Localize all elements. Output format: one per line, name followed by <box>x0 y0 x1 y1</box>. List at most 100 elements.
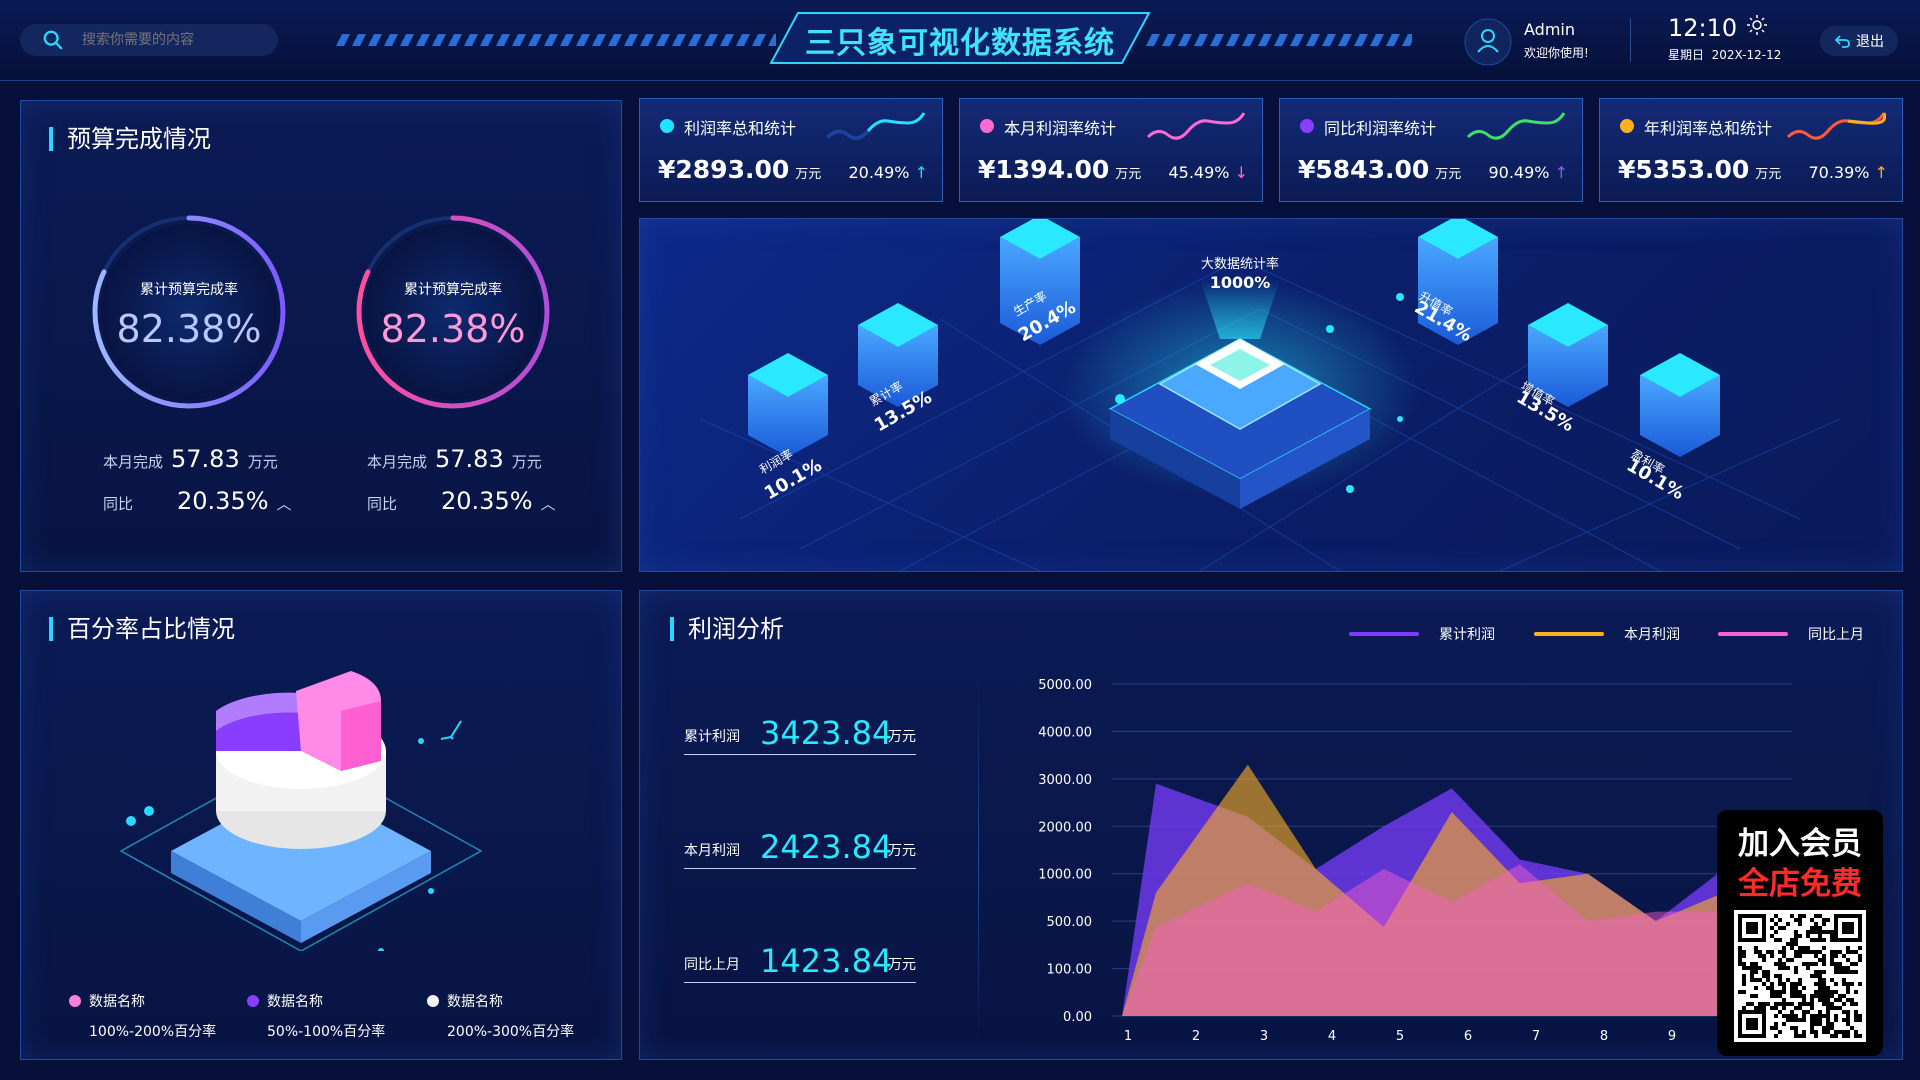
chart-legend-series-2[interactable]: 本月利润 <box>1534 624 1680 644</box>
percent-panel: 百分率占比情况 数据名称 100%-200%百分率 数据名称 50%-100%百分率… <box>20 590 622 1060</box>
month-unit: 万元 <box>247 453 278 471</box>
gauge-label-2: 累计预算完成率 <box>404 282 502 298</box>
x-tick-label: 5 <box>1396 1029 1404 1044</box>
search-box[interactable] <box>20 24 278 56</box>
yoy-value: 20.35% <box>441 487 533 515</box>
chevron-up-icon: ︿ <box>540 495 556 513</box>
legend-dot <box>69 995 81 1007</box>
y-tick-label: 3000.00 <box>1038 773 1092 788</box>
kpi-pct: 45.49% ↓ <box>1168 163 1248 182</box>
profit-unit: 万元 <box>888 843 916 859</box>
title-frame: 三只象可视化数据系统 <box>770 12 1150 64</box>
month-value: 57.83 <box>171 445 240 473</box>
kpi-pct: 20.49% ↑ <box>848 163 928 182</box>
month-stat-2: 本月完成 57.83 万元 <box>367 445 542 473</box>
iso-scene-panel: 大数据统计率 1000% 利润率 10.1% 累计率 13.5% 生产率 20.… <box>639 218 1903 572</box>
kpi-value-number: ¥5843.00 <box>1298 155 1430 184</box>
kpi-name: 利润率总和统计 <box>684 119 797 138</box>
kpi-pct-value: 90.49% <box>1488 163 1550 182</box>
legend-label: 累计利润 <box>1439 627 1495 643</box>
search-icon <box>43 30 63 50</box>
sun-icon <box>1747 15 1767 35</box>
yoy-stat-1: 同比 20.35% ︿ <box>103 487 292 515</box>
kpi-pct-value: 45.49% <box>1168 163 1230 182</box>
x-tick-label: 9 <box>1668 1029 1676 1044</box>
clock-date: 星期日 202X-12-12 <box>1668 46 1781 63</box>
month-label: 本月完成 <box>367 453 428 471</box>
y-tick-label: 4000.00 <box>1038 725 1092 740</box>
legend-range: 200%-300%百分率 <box>447 1024 575 1040</box>
x-tick-label: 8 <box>1600 1029 1608 1044</box>
search-input[interactable] <box>80 31 264 49</box>
y-tick-label: 500.00 <box>1047 915 1093 930</box>
profit-label: 本月利润 <box>684 843 740 859</box>
pie-3d-graphic <box>119 671 483 951</box>
arrow-down-icon: ↓ <box>1234 163 1248 182</box>
y-tick-label: 0.00 <box>1063 1010 1092 1025</box>
profit-label: 累计利润 <box>684 729 740 745</box>
chevron-up-icon: ︿ <box>276 495 292 513</box>
kpi-card-profit-total[interactable]: 利润率总和统计 ¥2893.00 万元 20.49% ↑ <box>639 98 943 202</box>
legend-label: 本月利润 <box>1624 627 1680 643</box>
yoy-label: 同比 <box>367 495 398 513</box>
kpi-dot <box>660 119 674 133</box>
legend-range: 100%-200%百分率 <box>89 1024 217 1040</box>
kpi-dot <box>1300 119 1314 133</box>
chart-legend-series-1[interactable]: 累计利润 <box>1349 624 1495 644</box>
profit-area-chart: 5000.00 4000.00 3000.00 2000.00 1000.00 500.0… <box>1038 678 1792 1044</box>
pie-legend-1: 数据名称 100%-200%百分率 <box>69 991 216 1041</box>
promo-badge[interactable]: 加入会员 全店免费 <box>1717 810 1883 1056</box>
kpi-dot <box>980 119 994 133</box>
x-tick-label: 4 <box>1328 1029 1336 1044</box>
sparkline-icon <box>1146 112 1246 140</box>
page-title: 三只象可视化数据系统 <box>805 26 1115 61</box>
kpi-card-month-profit[interactable]: 本月利润率统计 ¥1394.00 万元 45.49% ↓ <box>959 98 1263 202</box>
promo-line-2: 全店免费 <box>1738 866 1862 902</box>
x-tick-label: 3 <box>1260 1029 1268 1044</box>
kpi-pct: 70.39% ↑ <box>1808 163 1888 182</box>
user-greeting: 欢迎你使用! <box>1524 46 1589 60</box>
kpi-card-year-profit[interactable]: 年利润率总和统计 ¥5353.00 万元 70.39% ↑ <box>1599 98 1903 202</box>
kpi-name: 本月利润率统计 <box>1004 119 1117 138</box>
legend-name: 数据名称 <box>89 994 145 1010</box>
profit-unit: 万元 <box>888 729 916 745</box>
arrow-up-icon: ↑ <box>1874 163 1888 182</box>
profit-item-total: 累计利润 3423.84 万元 <box>684 712 916 755</box>
header-divider <box>1630 18 1631 62</box>
legend-name: 数据名称 <box>447 994 503 1010</box>
logout-label: 退出 <box>1856 34 1884 50</box>
legend-line <box>1718 632 1788 636</box>
y-tick-label: 5000.00 <box>1038 678 1092 693</box>
kpi-unit: 万元 <box>1435 167 1462 182</box>
sparkline-icon <box>1786 112 1886 140</box>
yoy-label: 同比 <box>103 495 134 513</box>
arrow-up-icon: ↑ <box>914 163 928 182</box>
x-tick-label: 6 <box>1464 1029 1472 1044</box>
header-stripes-right <box>1146 34 1412 46</box>
y-tick-label: 100.00 <box>1047 963 1093 978</box>
kpi-value: ¥5843.00 万元 <box>1298 155 1461 184</box>
kpi-dot <box>1620 119 1634 133</box>
center-value: 1000% <box>1209 273 1271 292</box>
center-label: 大数据统计率 <box>1200 257 1279 272</box>
kpi-unit: 万元 <box>795 167 822 182</box>
kpi-pct-value: 20.49% <box>848 163 910 182</box>
chart-legend-series-3[interactable]: 同比上月 <box>1718 624 1864 644</box>
yoy-stat-2: 同比 20.35% ︿ <box>367 487 556 515</box>
profit-item-month: 本月利润 2423.84 万元 <box>684 826 916 869</box>
weekday: 星期日 <box>1668 48 1705 62</box>
promo-line-1: 加入会员 <box>1738 826 1862 862</box>
kpi-value-number: ¥5353.00 <box>1618 155 1750 184</box>
percent-panel-title: 百分率占比情况 <box>49 617 235 641</box>
budget-panel: 预算完成情况 累计预算完成率 82.38% 累计预算完成率 82.38% 本月完… <box>20 100 622 572</box>
kpi-value-number: ¥1394.00 <box>978 155 1110 184</box>
clock: 12:10 星期日 202X-12-12 <box>1668 14 1781 62</box>
y-tick-label: 2000.00 <box>1038 820 1092 835</box>
date: 202X-12-12 <box>1711 48 1782 62</box>
legend-dot <box>247 995 259 1007</box>
kpi-card-yoy-profit[interactable]: 同比利润率统计 ¥5843.00 万元 90.49% ↑ <box>1279 98 1583 202</box>
kpi-name: 年利润率总和统计 <box>1644 119 1773 138</box>
legend-line <box>1349 632 1419 636</box>
qr-code-icon <box>1734 910 1866 1042</box>
logout-button[interactable]: 退出 <box>1820 26 1898 56</box>
